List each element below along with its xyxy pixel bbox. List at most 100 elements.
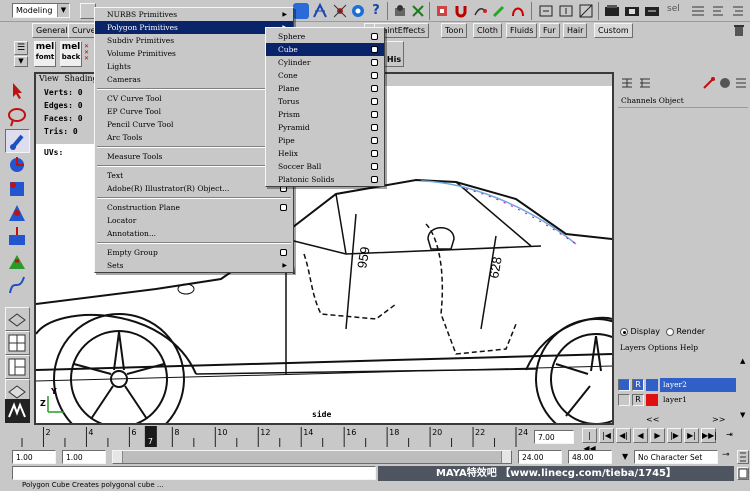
option-box-icon[interactable] bbox=[371, 33, 378, 40]
menu-item-locator[interactable]: Locator bbox=[95, 214, 293, 227]
menu-item-cameras[interactable]: Cameras▶ bbox=[95, 73, 293, 86]
menu-item-pipe[interactable]: Pipe bbox=[266, 134, 384, 147]
menu-item-empty-group[interactable]: Empty Group bbox=[95, 246, 293, 259]
history-button[interactable]: His bbox=[384, 41, 404, 67]
attribute-toggle-icon[interactable] bbox=[638, 76, 652, 90]
menu-item-sphere[interactable]: Sphere bbox=[266, 30, 384, 43]
object-tab[interactable]: Object bbox=[659, 96, 684, 105]
layer-scroll-right-icon[interactable]: >> bbox=[712, 415, 725, 424]
mel-fomt-button[interactable]: mel fomt bbox=[34, 41, 56, 67]
layer-visibility-toggle[interactable] bbox=[618, 379, 630, 391]
mel-back-button[interactable]: mel back bbox=[60, 41, 82, 67]
layer-scroll-up-icon[interactable]: ▲ bbox=[740, 357, 749, 366]
option-box-icon[interactable] bbox=[371, 111, 378, 118]
step-back-frame-icon[interactable]: ◀| bbox=[616, 428, 631, 443]
shelf-tab-hair[interactable]: Hair bbox=[563, 23, 588, 38]
chevron-down-icon[interactable]: ▼ bbox=[57, 4, 69, 17]
layer-visibility-toggle[interactable] bbox=[618, 394, 630, 406]
auto-key-icon[interactable]: ⊸ bbox=[722, 450, 736, 464]
shelf-tab-custom[interactable]: Custom bbox=[594, 23, 633, 38]
start-time-field[interactable]: 1.00 bbox=[12, 450, 56, 464]
menu-item-nurbs-primitives[interactable]: NURBS Primitives ▶ bbox=[95, 8, 293, 21]
option-box-icon[interactable] bbox=[371, 150, 378, 157]
export-icon[interactable] bbox=[558, 3, 574, 19]
last-tool-icon[interactable] bbox=[5, 273, 30, 297]
shelf-tab-fluids[interactable]: Fluids bbox=[506, 23, 538, 38]
menu-item-subdiv-primitives[interactable]: Subdiv Primitives▶ bbox=[95, 34, 293, 47]
range-slider-handle[interactable] bbox=[112, 450, 512, 464]
layer-color-swatch[interactable] bbox=[646, 394, 658, 406]
option-box-icon[interactable] bbox=[371, 59, 378, 66]
option-box-icon[interactable] bbox=[371, 46, 378, 53]
menu-item-arc-tools[interactable]: Arc Tools▶ bbox=[95, 131, 293, 144]
menu-item-sets[interactable]: Sets ▶ bbox=[95, 259, 293, 272]
delete-x-icon[interactable]: ✕ ✕ ✕ bbox=[84, 44, 92, 64]
shelf-tab-fur[interactable]: Fur bbox=[539, 23, 560, 38]
menu-item-pyramid[interactable]: Pyramid bbox=[266, 121, 384, 134]
four-view-layout-icon[interactable] bbox=[5, 331, 30, 355]
play-backward-icon[interactable]: ◀ bbox=[633, 428, 648, 443]
option-box-icon[interactable] bbox=[371, 72, 378, 79]
help-menu[interactable]: Help bbox=[680, 343, 698, 352]
shelf-options-chevron-icon[interactable]: ▼ bbox=[14, 56, 28, 67]
preferences-button[interactable] bbox=[737, 450, 749, 464]
options-menu[interactable]: Options bbox=[648, 343, 678, 352]
menu-item-construction-plane[interactable]: Construction Plane bbox=[95, 201, 293, 214]
tool-settings-icon[interactable] bbox=[702, 76, 716, 90]
quick-selection-icon[interactable] bbox=[690, 3, 706, 19]
shelf-tab-toon[interactable]: Toon bbox=[441, 23, 468, 38]
menu-item-platonic-solids[interactable]: Platonic Solids bbox=[266, 173, 384, 186]
menu-item-volume-primitives[interactable]: Volume Primitives▶ bbox=[95, 47, 293, 60]
paint-select-icon[interactable] bbox=[491, 3, 507, 19]
soft-mod-tool-icon[interactable] bbox=[5, 249, 30, 273]
attribute-editor-icon[interactable] bbox=[710, 3, 726, 19]
layer-color-swatch[interactable] bbox=[646, 379, 658, 391]
menu-item-plane[interactable]: Plane bbox=[266, 82, 384, 95]
channels-tab[interactable]: Channels bbox=[621, 96, 656, 105]
option-box-icon[interactable] bbox=[371, 137, 378, 144]
render-current-icon[interactable] bbox=[624, 3, 640, 19]
option-box-icon[interactable] bbox=[371, 85, 378, 92]
range-slider-left-grip[interactable] bbox=[113, 451, 123, 463]
manipulator-tool-icon[interactable] bbox=[5, 225, 30, 249]
playback-end-field[interactable]: 24.00 bbox=[518, 450, 562, 464]
layer-render-toggle[interactable]: R bbox=[632, 394, 644, 406]
menu-item-cube[interactable]: Cube bbox=[266, 43, 384, 56]
shelf-tab-general[interactable]: General bbox=[32, 23, 72, 38]
option-box-icon[interactable] bbox=[280, 249, 287, 256]
go-to-end-icon[interactable]: ▶▶| bbox=[701, 428, 717, 443]
menu-item-cv-curve-tool[interactable]: CV Curve Tool bbox=[95, 92, 293, 105]
menu-item-adobe-illustrator-object[interactable]: Adobe(R) Illustrator(R) Object... bbox=[95, 182, 293, 195]
help-icon[interactable]: ? bbox=[368, 3, 384, 19]
single-perspective-layout-icon[interactable] bbox=[5, 307, 30, 331]
menu-item-lights[interactable]: Lights▶ bbox=[95, 60, 293, 73]
layer-mode-display[interactable]: Display bbox=[620, 327, 660, 336]
menu-item-measure-tools[interactable]: Measure Tools▶ bbox=[95, 150, 293, 163]
persp-outliner-layout-icon[interactable] bbox=[5, 355, 30, 379]
no-cache-icon[interactable] bbox=[578, 3, 594, 19]
scale-tool-icon[interactable] bbox=[5, 201, 30, 225]
rotate-tool-icon[interactable] bbox=[5, 177, 30, 201]
layer-row-layer1[interactable]: R layer1 bbox=[618, 393, 738, 407]
curve-tool-icon[interactable] bbox=[510, 3, 526, 19]
character-set-field[interactable]: No Character Set bbox=[634, 450, 718, 464]
import-icon[interactable] bbox=[538, 3, 554, 19]
select-tool-icon[interactable] bbox=[5, 79, 30, 103]
menu-item-cylinder[interactable]: Cylinder bbox=[266, 56, 384, 69]
command-input[interactable] bbox=[12, 466, 376, 480]
layer-mode-render[interactable]: Render bbox=[666, 327, 705, 336]
option-box-icon[interactable] bbox=[280, 204, 287, 211]
snap-view-icon[interactable] bbox=[350, 3, 366, 19]
globe-icon[interactable] bbox=[718, 76, 732, 90]
snap-point-icon[interactable] bbox=[332, 3, 348, 19]
go-to-start-icon[interactable]: |◀◀ bbox=[582, 428, 597, 453]
menu-item-pencil-curve-tool[interactable]: Pencil Curve Tool bbox=[95, 118, 293, 131]
shelf-menu-icon[interactable]: ☰ bbox=[14, 41, 28, 55]
step-back-key-icon[interactable]: |◀ bbox=[599, 428, 614, 443]
snap-grid-icon[interactable] bbox=[293, 3, 309, 19]
menu-item-ep-curve-tool[interactable]: EP Curve Tool bbox=[95, 105, 293, 118]
layers-menu[interactable]: Layers bbox=[620, 343, 646, 352]
character-set-chevron-icon[interactable]: ▼ bbox=[622, 452, 628, 461]
list-icon[interactable] bbox=[734, 76, 748, 90]
channel-box-toggle-icon[interactable] bbox=[620, 76, 634, 90]
